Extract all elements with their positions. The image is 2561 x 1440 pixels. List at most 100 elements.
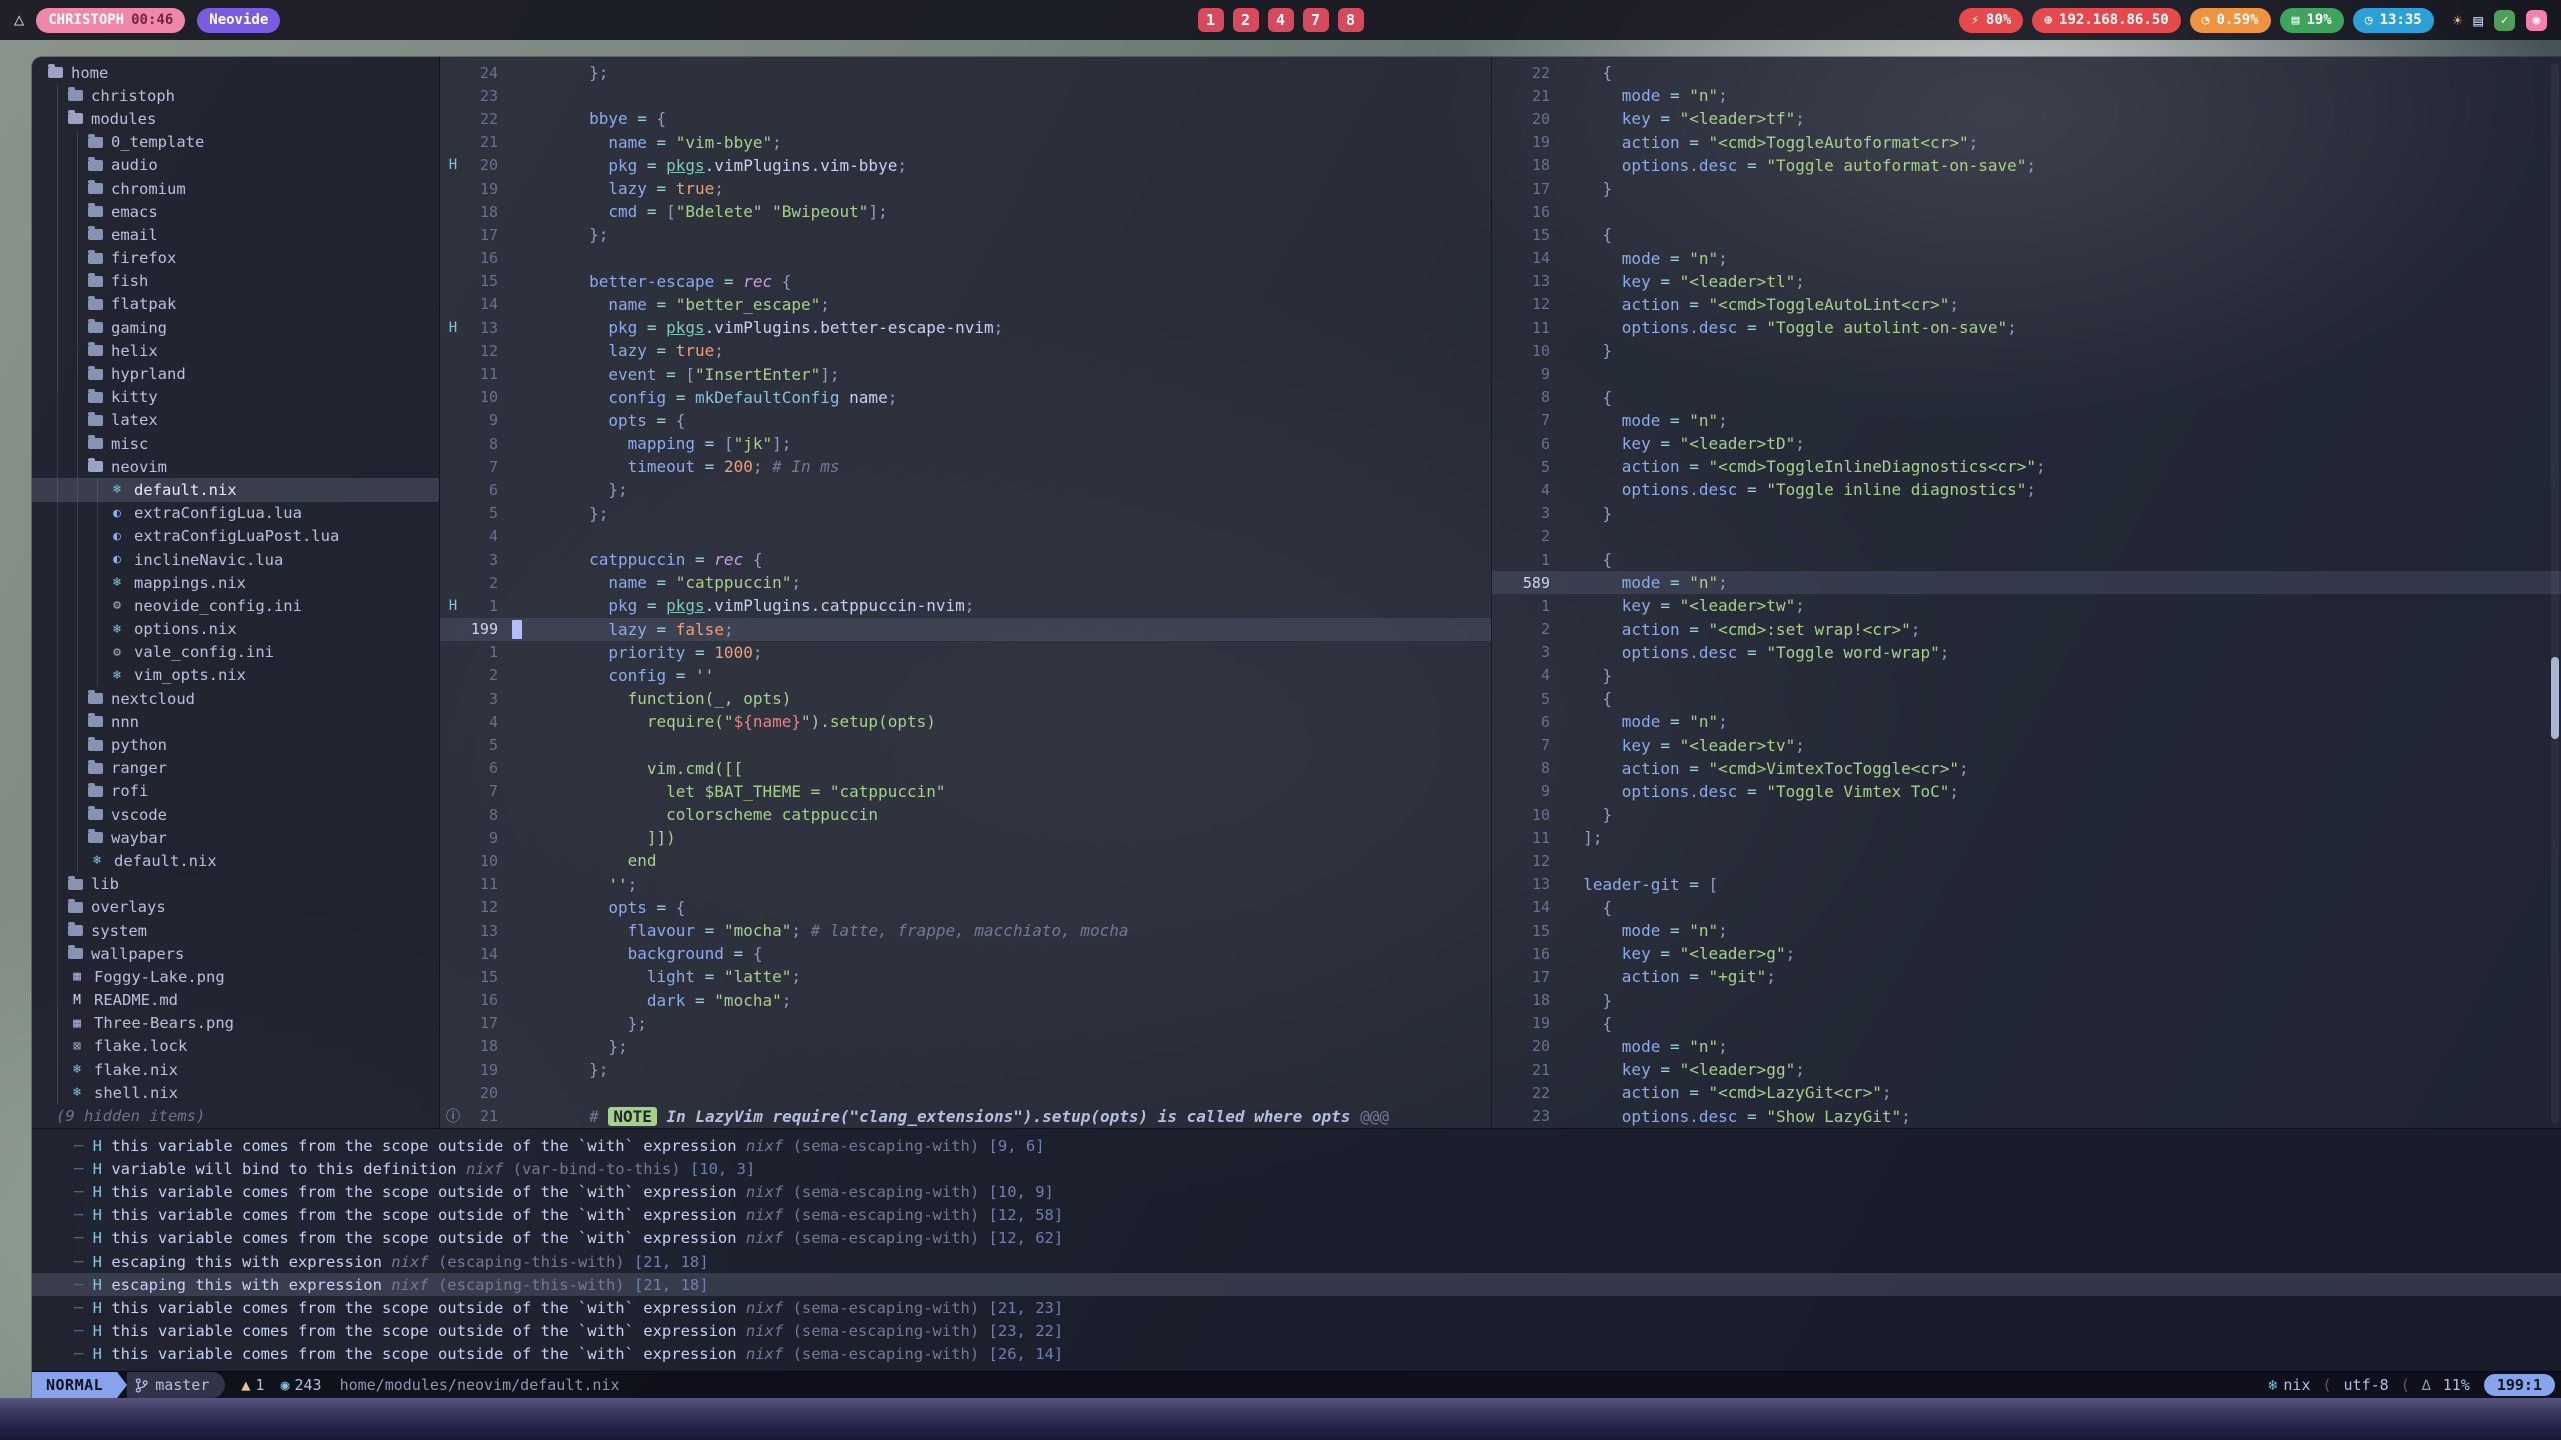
code-line[interactable]: 5 action = "<cmd>ToggleInlineDiagnostics…	[1492, 455, 2561, 478]
code-line[interactable]: 14 {	[1492, 896, 2561, 919]
code-line[interactable]: H20 pkg = pkgs.vimPlugins.vim-bbye;	[440, 154, 1491, 177]
code-line[interactable]: 2 name = "catppuccin";	[440, 571, 1491, 594]
tree-item-system[interactable]: system	[32, 919, 439, 942]
diagnostic-row[interactable]: ─ H this variable comes from the scope o…	[32, 1134, 2561, 1157]
code-line[interactable]: 19 {	[1492, 1012, 2561, 1035]
scrollbar-thumb[interactable]	[2551, 657, 2559, 739]
tree-item-home[interactable]: home	[32, 61, 439, 84]
code-line[interactable]: 4	[440, 525, 1491, 548]
diagnostic-row[interactable]: ─ H variable will bind to this definitio…	[32, 1157, 2561, 1180]
code-line[interactable]: 6 vim.cmd([[	[440, 757, 1491, 780]
code-line[interactable]: 17 }	[1492, 177, 2561, 200]
code-line[interactable]: 15 better-escape = rec {	[440, 270, 1491, 293]
tree-item-neovide-config-ini[interactable]: ⚙neovide_config.ini	[32, 594, 439, 617]
code-line[interactable]: 16 key = "<leader>g";	[1492, 942, 2561, 965]
tree-item-lib[interactable]: lib	[32, 873, 439, 896]
tree-item-chromium[interactable]: chromium	[32, 177, 439, 200]
tree-item-rofi[interactable]: rofi	[32, 780, 439, 803]
check-icon[interactable]: ✓	[2494, 10, 2515, 31]
tree-item-modules[interactable]: modules	[32, 107, 439, 130]
code-line[interactable]: 20 key = "<leader>tf";	[1492, 107, 2561, 130]
tree-item-three-bears-png[interactable]: ▦Three-Bears.png	[32, 1012, 439, 1035]
code-line[interactable]: H13 pkg = pkgs.vimPlugins.better-escape-…	[440, 316, 1491, 339]
brightness-icon[interactable]: ☀	[2453, 11, 2463, 30]
code-line[interactable]: 3 options.desc = "Toggle word-wrap";	[1492, 641, 2561, 664]
tree-item-hyprland[interactable]: hyprland	[32, 362, 439, 385]
tree-item-vim-opts-nix[interactable]: ❄vim_opts.nix	[32, 664, 439, 687]
code-line[interactable]: 11 options.desc = "Toggle autolint-on-sa…	[1492, 316, 2561, 339]
code-line-current[interactable]: 589 mode = "n";	[1492, 571, 2561, 594]
tree-item-flatpak[interactable]: flatpak	[32, 293, 439, 316]
code-line[interactable]: 7 let $BAT_THEME = "catppuccin"	[440, 780, 1491, 803]
tree-item-vale-config-ini[interactable]: ⚙vale_config.ini	[32, 641, 439, 664]
tree-item-gaming[interactable]: gaming	[32, 316, 439, 339]
tree-item-nnn[interactable]: nnn	[32, 710, 439, 733]
code-line[interactable]: 15 mode = "n";	[1492, 919, 2561, 942]
code-line[interactable]: 8 action = "<cmd>VimtexTocToggle<cr>";	[1492, 757, 2561, 780]
code-line[interactable]: 14 mode = "n";	[1492, 247, 2561, 270]
diagnostic-row[interactable]: ─ H escaping this with expression nixf (…	[32, 1273, 2561, 1296]
tree-item-overlays[interactable]: overlays	[32, 896, 439, 919]
tree-item-readme-md[interactable]: MREADME.md	[32, 989, 439, 1012]
tree-item-waybar[interactable]: waybar	[32, 826, 439, 849]
tree-item-flake-nix[interactable]: ❄flake.nix	[32, 1058, 439, 1081]
code-line[interactable]: 5 {	[1492, 687, 2561, 710]
code-line[interactable]: 13 flavour = "mocha"; # latte, frappe, m…	[440, 919, 1491, 942]
code-line[interactable]: 6 key = "<leader>tD";	[1492, 432, 2561, 455]
tree-item-latex[interactable]: latex	[32, 409, 439, 432]
code-line[interactable]: 5	[440, 733, 1491, 756]
code-line[interactable]: 8 {	[1492, 386, 2561, 409]
code-line[interactable]: 12	[1492, 849, 2561, 872]
code-line[interactable]: 16	[440, 247, 1491, 270]
tree-item-neovim[interactable]: neovim	[32, 455, 439, 478]
tree-item-default-nix[interactable]: ❄default.nix	[32, 478, 439, 501]
code-line[interactable]: 15 light = "latte";	[440, 965, 1491, 988]
code-line[interactable]: 2 config = ''	[440, 664, 1491, 687]
display-icon[interactable]: ▤	[2473, 11, 2483, 30]
code-line[interactable]: 17 };	[440, 1012, 1491, 1035]
code-line[interactable]: 8 colorscheme catppuccin	[440, 803, 1491, 826]
code-line[interactable]: 19 action = "<cmd>ToggleAutoformat<cr>";	[1492, 131, 2561, 154]
code-line[interactable]: 22 {	[1492, 61, 2561, 84]
code-line[interactable]: 17 };	[440, 223, 1491, 246]
workspace-button-2[interactable]: 2	[1233, 8, 1259, 32]
tree-item-extraconfiglua-lua[interactable]: ◐extraConfigLua.lua	[32, 502, 439, 525]
code-line[interactable]: 21 name = "vim-bbye";	[440, 131, 1491, 154]
tree-item-emacs[interactable]: emacs	[32, 200, 439, 223]
tree-item-9-hidden-items[interactable]: (9 hidden items)	[32, 1104, 439, 1127]
launcher-icon[interactable]: △	[14, 10, 24, 30]
tree-item-firefox[interactable]: firefox	[32, 247, 439, 270]
code-line[interactable]: 3 catppuccin = rec {	[440, 548, 1491, 571]
code-line[interactable]: 7 mode = "n";	[1492, 409, 2561, 432]
code-line[interactable]: 12 action = "<cmd>ToggleAutoLint<cr>";	[1492, 293, 2561, 316]
diagnostic-row[interactable]: ─ H this variable comes from the scope o…	[32, 1227, 2561, 1250]
tree-item-extraconfigluapost-lua[interactable]: ◐extraConfigLuaPost.lua	[32, 525, 439, 548]
diagnostic-row[interactable]: ─ H this variable comes from the scope o…	[32, 1204, 2561, 1227]
code-line[interactable]: 4 require("${name}").setup(opts)	[440, 710, 1491, 733]
code-line[interactable]: ⓘ21 # NOTE In LazyVim require("clang_ext…	[440, 1104, 1491, 1127]
code-line[interactable]: 12 opts = {	[440, 896, 1491, 919]
code-line[interactable]: 9 options.desc = "Toggle Vimtex ToC";	[1492, 780, 2561, 803]
code-line[interactable]: 22 bbye = {	[440, 107, 1491, 130]
code-line[interactable]: 16 dark = "mocha";	[440, 989, 1491, 1012]
tree-item-flake-lock[interactable]: ⊠flake.lock	[32, 1035, 439, 1058]
code-line[interactable]: 3 }	[1492, 502, 2561, 525]
code-line[interactable]: 22 action = "<cmd>LazyGit<cr>";	[1492, 1081, 2561, 1104]
tree-item-christoph[interactable]: christoph	[32, 84, 439, 107]
tree-item-fish[interactable]: fish	[32, 270, 439, 293]
diagnostic-row[interactable]: ─ H this variable comes from the scope o…	[32, 1320, 2561, 1343]
tree-item-audio[interactable]: audio	[32, 154, 439, 177]
tree-item-python[interactable]: python	[32, 733, 439, 756]
tree-item-nextcloud[interactable]: nextcloud	[32, 687, 439, 710]
power-icon[interactable]: ◉	[2526, 10, 2547, 31]
code-line[interactable]: 3 function(_, opts)	[440, 687, 1491, 710]
editor-pane-right[interactable]: 22 {21 mode = "n";20 key = "<leader>tf";…	[1492, 57, 2561, 1128]
code-line[interactable]: 19 lazy = true;	[440, 177, 1491, 200]
code-line[interactable]: 14 background = {	[440, 942, 1491, 965]
code-line[interactable]: 10 }	[1492, 339, 2561, 362]
code-line[interactable]: 9	[1492, 362, 2561, 385]
code-line[interactable]: 2	[1492, 525, 2561, 548]
code-line[interactable]: 18 options.desc = "Toggle autoformat-on-…	[1492, 154, 2561, 177]
code-line[interactable]: 21 mode = "n";	[1492, 84, 2561, 107]
tree-item-inclinenavic-lua[interactable]: ◐inclineNavic.lua	[32, 548, 439, 571]
